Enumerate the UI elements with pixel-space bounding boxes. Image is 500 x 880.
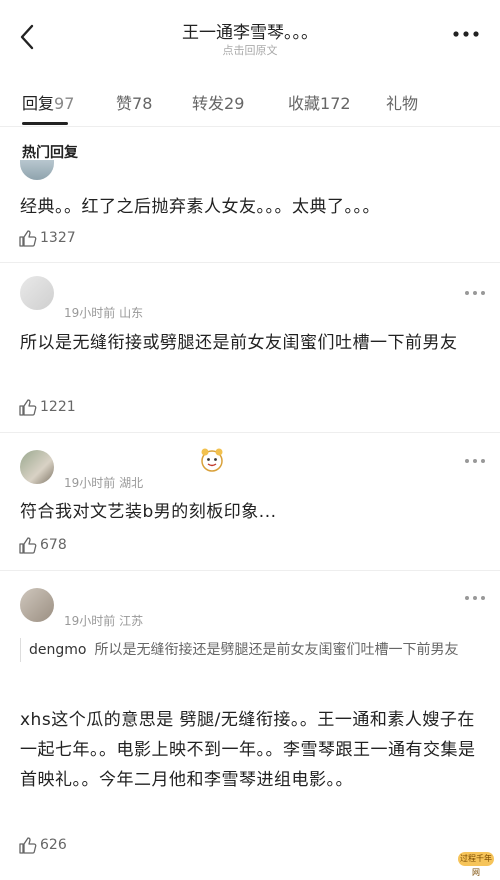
tab-label: 礼物: [386, 94, 419, 113]
comment-meta: 19小时前 江苏: [64, 614, 144, 628]
divider: [0, 570, 500, 571]
thumb-up-icon: [19, 399, 37, 416]
like-button[interactable]: 1327: [18, 229, 76, 247]
avatar[interactable]: [20, 588, 54, 622]
quoted-reply[interactable]: dengmo 所以是无缝衔接还是劈腿还是前女友闺蜜们吐槽一下前男友: [20, 638, 482, 662]
tab-label: 转发: [192, 94, 225, 113]
comment-text: xhs这个瓜的意思是 劈腿/无缝衔接。。王一通和素人嫂子在一起七年。。电影上映不…: [20, 710, 476, 790]
divider: [0, 126, 500, 127]
more-dots-icon[interactable]: [464, 290, 486, 296]
quoted-username[interactable]: dengmo: [29, 642, 86, 658]
top-bar: 王一通李雪琴。。。 点击回原文: [0, 0, 500, 72]
quoted-text: 所以是无缝衔接还是劈腿还是前女友闺蜜们吐槽一下前男友: [94, 642, 459, 658]
tab-replies[interactable]: 回复97: [22, 90, 74, 114]
tab-label: 回复: [22, 94, 55, 113]
active-tab-indicator: [22, 122, 68, 125]
view-original-link[interactable]: 点击回原文: [0, 42, 500, 58]
divider: [0, 262, 500, 263]
comment-meta: 19小时前 山东: [64, 306, 144, 320]
like-count: 626: [40, 837, 67, 853]
divider: [0, 432, 500, 433]
more-dots-icon[interactable]: [452, 28, 480, 40]
like-button[interactable]: 678: [18, 536, 67, 554]
more-dots-icon[interactable]: [464, 595, 486, 601]
tab-count: 97: [54, 94, 75, 113]
section-title: 热门回复: [22, 145, 78, 161]
more-dots-icon[interactable]: [464, 458, 486, 464]
tab-reposts[interactable]: 转发29: [192, 90, 244, 114]
watermark-logo: 过程千年网: [458, 852, 494, 877]
tab-bar: 回复97 赞78 转发29 收藏172 礼物: [0, 82, 500, 125]
tab-count: 29: [224, 94, 245, 113]
avatar[interactable]: [20, 276, 54, 310]
thumb-up-icon: [19, 230, 37, 247]
tab-favorites[interactable]: 收藏172: [288, 90, 351, 114]
page-title: 王一通李雪琴。。。: [182, 23, 318, 43]
comment-text: 所以是无缝衔接或劈腿还是前女友闺蜜们吐槽一下前男友: [20, 333, 458, 353]
tab-label: 赞: [116, 94, 133, 113]
like-button[interactable]: 1221: [18, 398, 76, 416]
like-count: 1221: [40, 399, 76, 415]
comment-meta: 19小时前 湖北: [64, 476, 144, 490]
like-button[interactable]: 626: [18, 836, 67, 854]
comment-text: 符合我对文艺装b男的刻板印象...: [20, 502, 277, 522]
tab-label: 收藏: [288, 94, 321, 113]
tab-gifts[interactable]: 礼物: [386, 90, 418, 114]
thumb-up-icon: [19, 537, 37, 554]
like-count: 1327: [40, 230, 76, 246]
thumb-up-icon: [19, 837, 37, 854]
tab-count: 172: [320, 94, 351, 113]
tab-likes[interactable]: 赞78: [116, 90, 152, 114]
avatar[interactable]: [20, 450, 54, 484]
avatar[interactable]: [20, 160, 54, 180]
like-count: 678: [40, 537, 67, 553]
sticker-icon: [201, 448, 223, 472]
comment-text: 经典。。红了之后抛弃素人女友。。。太典了。。。: [20, 197, 380, 217]
tab-count: 78: [132, 94, 153, 113]
